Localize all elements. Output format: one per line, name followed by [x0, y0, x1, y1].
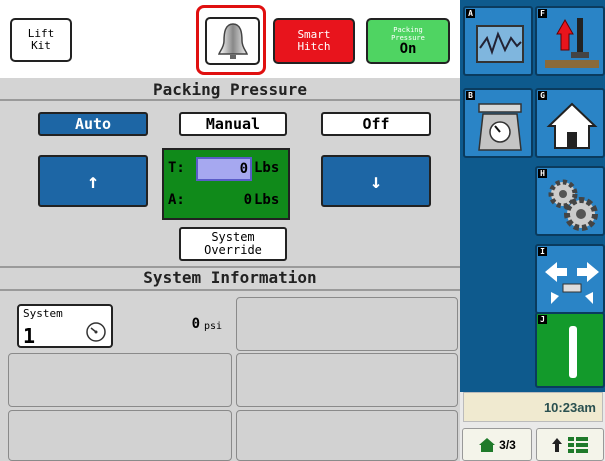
system-pressure-unit: psi	[204, 321, 223, 332]
scale-icon	[478, 103, 522, 151]
packing-pressure-title: Packing Pressure	[152, 80, 308, 99]
page-indicator: 3/3	[499, 437, 516, 452]
graph-monitor-icon	[476, 25, 524, 63]
system-override-label: System Override	[204, 230, 262, 257]
hitch-lift-icon	[545, 18, 599, 68]
system-label: System	[23, 307, 63, 320]
info-cell	[236, 353, 458, 407]
target-unit: Lbs	[254, 160, 280, 176]
smart-hitch-label: Smart Hitch	[297, 28, 331, 53]
packing-pressure-small-label: Packing Pressure	[391, 25, 425, 42]
alarm-button[interactable]	[205, 17, 260, 65]
decrease-pressure-button[interactable]: ↓	[321, 155, 431, 207]
tile-h-settings[interactable]: H	[535, 166, 605, 236]
packing-pressure-state: On	[399, 40, 417, 57]
grid-layout-icon	[568, 436, 588, 453]
actual-label: A:	[168, 192, 185, 208]
arrow-up-icon	[552, 437, 562, 452]
system-information-title: System Information	[143, 268, 317, 287]
home-icon	[546, 102, 598, 149]
info-cell	[236, 410, 458, 461]
gauge-icon	[86, 322, 106, 342]
system-select-button[interactable]: System 1	[17, 304, 113, 348]
gears-icon	[548, 179, 598, 231]
lift-kit-button[interactable]: Lift Kit	[10, 18, 72, 62]
layout-button[interactable]	[536, 428, 604, 461]
system-number: 1	[23, 324, 36, 348]
down-arrow-icon: ↓	[369, 169, 383, 193]
info-cell	[8, 353, 232, 407]
tile-j-section[interactable]: J	[535, 312, 605, 388]
mode-manual-button[interactable]: Manual	[179, 112, 287, 136]
smart-hitch-button[interactable]: Smart Hitch	[273, 18, 355, 64]
tile-g-home[interactable]: G	[535, 88, 605, 158]
info-cell	[236, 297, 458, 351]
up-arrow-icon: ↑	[86, 169, 100, 193]
tile-f-hitch[interactable]: F	[535, 6, 605, 76]
marker-arrows-icon	[545, 262, 599, 304]
home-icon	[479, 437, 496, 452]
lift-kit-label: Lift Kit	[27, 27, 55, 52]
mode-off-button[interactable]: Off	[321, 112, 431, 136]
packing-pressure-on-button[interactable]: Packing Pressure On	[366, 18, 450, 64]
pressure-readout: T: 0 Lbs A: 0 Lbs	[162, 148, 290, 220]
system-override-button[interactable]: System Override	[179, 227, 287, 261]
target-pressure-input[interactable]: 0	[196, 157, 252, 181]
tile-b-scale[interactable]: B	[463, 88, 533, 158]
divider	[0, 289, 460, 291]
actual-unit: Lbs	[254, 192, 280, 208]
tile-i-marker[interactable]: I	[535, 244, 605, 314]
tile-a-monitor[interactable]: A	[463, 6, 533, 76]
system-pressure-value: 0	[191, 316, 200, 332]
bell-icon	[217, 23, 248, 59]
mode-auto-button[interactable]: Auto	[38, 112, 148, 136]
divider	[0, 99, 460, 101]
bar-icon	[569, 326, 577, 378]
page-switch-button[interactable]: 3/3	[462, 428, 532, 461]
increase-pressure-button[interactable]: ↑	[38, 155, 148, 207]
actual-pressure-value: 0	[243, 192, 252, 208]
target-label: T:	[168, 160, 185, 176]
info-cell	[8, 410, 232, 461]
clock: 10:23am	[463, 392, 603, 422]
